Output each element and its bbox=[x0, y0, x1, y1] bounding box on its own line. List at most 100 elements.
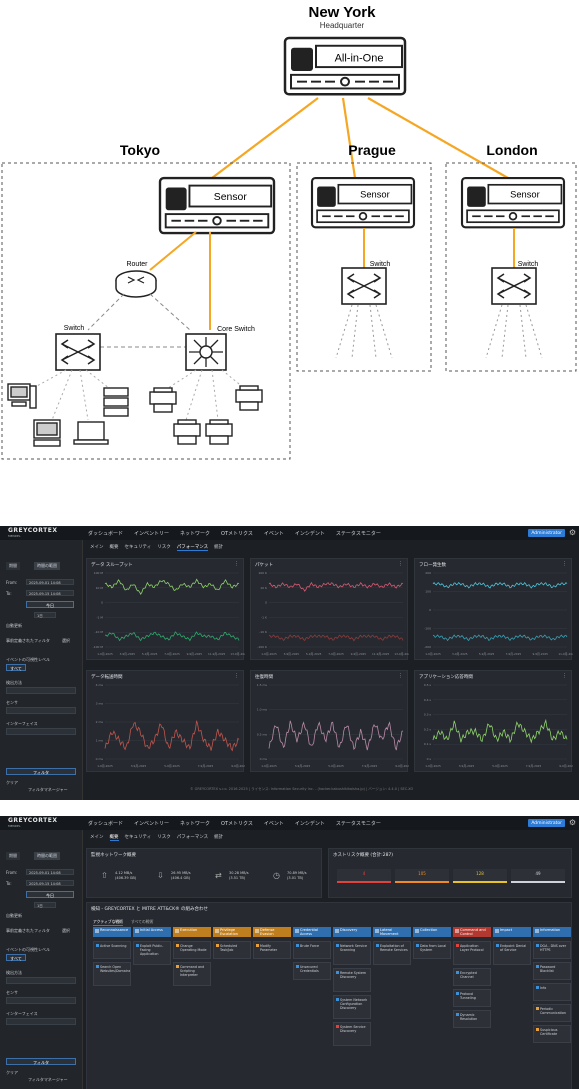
saved-filter-select[interactable]: 選択 bbox=[62, 928, 70, 934]
tab-statistics[interactable]: 統計 bbox=[214, 544, 223, 551]
technique-card[interactable]: Password Blacklist bbox=[533, 962, 571, 980]
tactic-header[interactable]: Credential Access bbox=[293, 927, 331, 937]
tactic-header[interactable]: Lateral Movement bbox=[373, 927, 411, 937]
filter-button[interactable]: フィルタ bbox=[6, 768, 76, 775]
technique-card[interactable]: Protocol Tunneling bbox=[453, 989, 491, 1007]
nav-dashboard[interactable]: ダッシュボード bbox=[88, 820, 123, 827]
nav-events[interactable]: イベント bbox=[264, 530, 284, 537]
technique-card[interactable]: Periodic Communication bbox=[533, 1004, 571, 1022]
tab-performance[interactable]: パフォーマンス bbox=[177, 834, 208, 841]
level-all-button[interactable]: すべて bbox=[6, 954, 26, 961]
sensor-select[interactable] bbox=[6, 997, 76, 1004]
technique-card[interactable]: Unsecured Credentials bbox=[293, 962, 331, 980]
tab-statistics[interactable]: 統計 bbox=[214, 834, 223, 841]
user-menu-button[interactable]: Administrator bbox=[528, 819, 565, 827]
risk-low[interactable]: 49 bbox=[511, 869, 565, 883]
tab-overview[interactable]: 概要 bbox=[109, 834, 119, 841]
tab-risk[interactable]: リスク bbox=[157, 834, 171, 841]
gear-icon[interactable]: ⚙ bbox=[569, 528, 576, 537]
mitre-tab-all[interactable]: すべての戦術 bbox=[131, 919, 153, 925]
nav-dashboard[interactable]: ダッシュボード bbox=[88, 530, 123, 537]
technique-card[interactable]: Modify Parameter bbox=[253, 941, 291, 959]
tactic-header[interactable]: Information bbox=[533, 927, 571, 937]
gear-icon[interactable]: ⚙ bbox=[569, 818, 576, 827]
technique-card[interactable]: Info bbox=[533, 983, 571, 1001]
technique-card[interactable]: Change Operating Mode bbox=[173, 941, 211, 959]
from-field[interactable]: 2025-09-01 14:08 bbox=[26, 579, 74, 585]
technique-card[interactable]: Application Layer Protocol bbox=[453, 941, 491, 965]
clear-link[interactable]: クリア bbox=[6, 780, 18, 786]
technique-card[interactable]: Data from Local System bbox=[413, 941, 451, 959]
chart-menu-icon[interactable]: ⋮ bbox=[398, 561, 403, 567]
technique-card[interactable]: Search Open Websites/Domains bbox=[93, 962, 131, 986]
tab-security[interactable]: セキュリティ bbox=[125, 834, 152, 841]
technique-card[interactable]: Exploit Public-Facing Application bbox=[133, 941, 171, 965]
today-button[interactable]: 今日 bbox=[26, 891, 74, 898]
technique-card[interactable]: System Network Configuration Discovery bbox=[333, 995, 371, 1019]
step-select[interactable]: 1日 bbox=[34, 902, 56, 908]
risk-high[interactable]: 105 bbox=[395, 869, 449, 883]
nav-incidents[interactable]: インシデント bbox=[295, 820, 325, 827]
tactic-header[interactable]: Command and Control bbox=[453, 927, 491, 937]
risk-medium[interactable]: 128 bbox=[453, 869, 507, 883]
tactic-header[interactable]: Defense Evasion bbox=[253, 927, 291, 937]
filter-manager-link[interactable]: フィルタマネージャー bbox=[28, 1077, 68, 1083]
level-all-button[interactable]: すべて bbox=[6, 664, 26, 671]
technique-card[interactable]: DGA - DNS over HTTPS bbox=[533, 941, 571, 959]
from-field[interactable]: 2025-09-01 14:08 bbox=[26, 869, 74, 875]
interface-select[interactable] bbox=[6, 1018, 76, 1025]
filter-button[interactable]: フィルタ bbox=[6, 1058, 76, 1065]
technique-card[interactable]: Suspicious Certificate bbox=[533, 1025, 571, 1043]
technique-card[interactable]: Endpoint Denial of Service bbox=[493, 941, 531, 965]
technique-card[interactable]: Network Service Scanning bbox=[333, 941, 371, 965]
tab-period[interactable]: 期間 bbox=[6, 852, 20, 860]
risk-critical[interactable]: 4 bbox=[337, 869, 391, 883]
technique-card[interactable]: Dynamic Resolution bbox=[453, 1010, 491, 1028]
nav-status-monitor[interactable]: ステータスモニター bbox=[336, 530, 381, 537]
nav-ot-metrics[interactable]: OTメトリクス bbox=[221, 820, 253, 827]
nav-inventory[interactable]: インベントリー bbox=[134, 530, 169, 537]
tab-risk[interactable]: リスク bbox=[157, 544, 171, 551]
interface-select[interactable] bbox=[6, 728, 76, 735]
chart-menu-icon[interactable]: ⋮ bbox=[234, 561, 239, 567]
sensor-select[interactable] bbox=[6, 707, 76, 714]
tab-overview[interactable]: 概要 bbox=[110, 544, 119, 551]
to-field[interactable]: 2025-09-15 14:08 bbox=[26, 880, 74, 886]
technique-card[interactable]: Exploitation of Remote Services bbox=[373, 941, 411, 965]
to-field[interactable]: 2025-09-15 14:08 bbox=[26, 590, 74, 596]
nav-network[interactable]: ネットワーク bbox=[180, 820, 210, 827]
tab-time-range[interactable]: 時間の範囲 bbox=[34, 852, 60, 860]
tab-period[interactable]: 期間 bbox=[6, 562, 20, 570]
technique-card[interactable]: Remote System Discovery bbox=[333, 968, 371, 992]
tab-performance[interactable]: パフォーマンス bbox=[176, 544, 209, 551]
technique-card[interactable]: System Service Discovery bbox=[333, 1022, 371, 1046]
nav-inventory[interactable]: インベントリー bbox=[134, 820, 169, 827]
tactic-header[interactable]: Privilege Escalation bbox=[213, 927, 251, 937]
tactic-header[interactable]: Reconnaissance bbox=[93, 927, 131, 937]
technique-card[interactable]: Active Scanning bbox=[93, 941, 131, 959]
nav-ot-metrics[interactable]: OTメトリクス bbox=[221, 530, 253, 537]
chart-menu-icon[interactable]: ⋮ bbox=[562, 561, 567, 567]
today-button[interactable]: 今日 bbox=[26, 601, 74, 608]
technique-card[interactable]: Encrypted Channel bbox=[453, 968, 491, 986]
tab-main[interactable]: メイン bbox=[90, 544, 104, 551]
step-select[interactable]: 1日 bbox=[34, 612, 56, 618]
technique-card[interactable]: Brute Force bbox=[293, 941, 331, 959]
tab-time-range[interactable]: 時間の範囲 bbox=[34, 562, 60, 570]
detection-select[interactable] bbox=[6, 977, 76, 984]
user-menu-button[interactable]: Administrator bbox=[528, 529, 565, 537]
saved-filter-select[interactable]: 選択 bbox=[62, 638, 70, 644]
technique-card[interactable]: Scheduled Task/Job bbox=[213, 941, 251, 959]
tactic-header[interactable]: Impact bbox=[493, 927, 531, 937]
nav-events[interactable]: イベント bbox=[264, 820, 284, 827]
tactic-header[interactable]: Initial Access bbox=[133, 927, 171, 937]
tactic-header[interactable]: Collection bbox=[413, 927, 451, 937]
clear-link[interactable]: クリア bbox=[6, 1070, 18, 1076]
nav-network[interactable]: ネットワーク bbox=[180, 530, 210, 537]
detection-select[interactable] bbox=[6, 687, 76, 694]
chart-menu-icon[interactable]: ⋮ bbox=[562, 673, 567, 679]
nav-incidents[interactable]: インシデント bbox=[295, 530, 325, 537]
tab-main[interactable]: メイン bbox=[90, 834, 104, 841]
tab-security[interactable]: セキュリティ bbox=[125, 544, 152, 551]
tactic-header[interactable]: Execution bbox=[173, 927, 211, 937]
